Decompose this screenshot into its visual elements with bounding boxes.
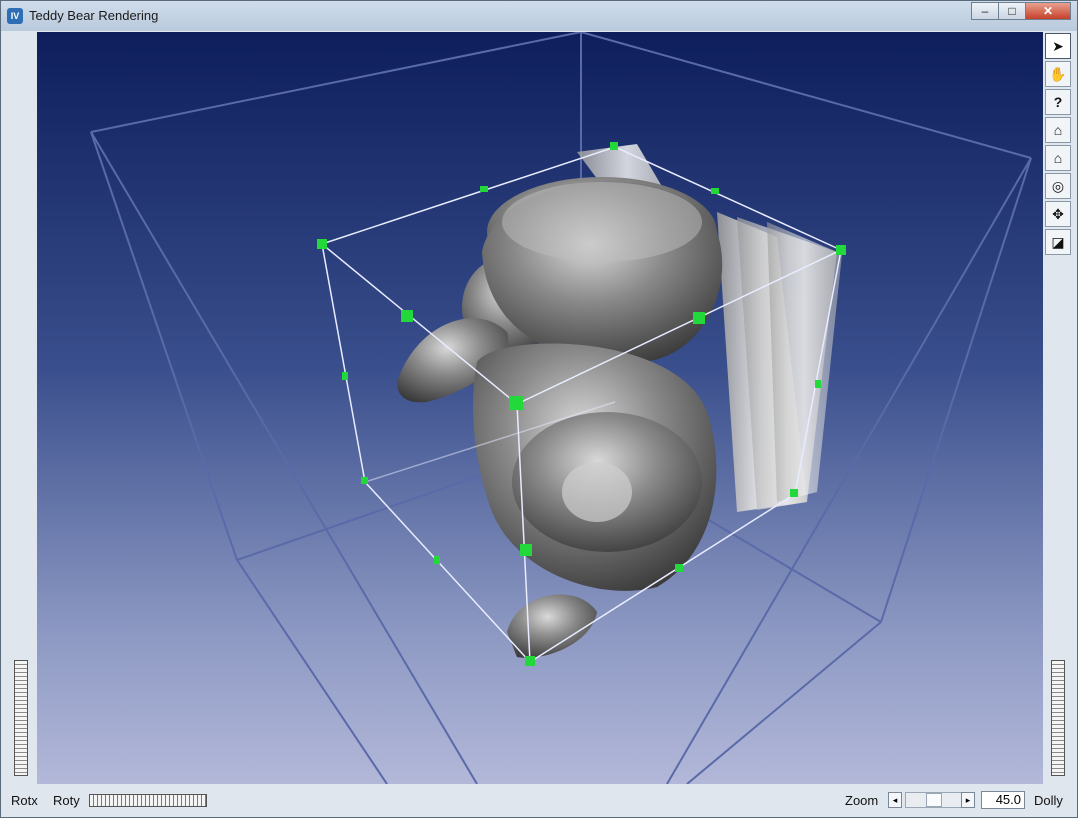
select-arrow-icon[interactable]: ➤	[1045, 33, 1071, 59]
hand-view-icon[interactable]: ✋	[1045, 61, 1071, 87]
zoom-decrease-button[interactable]: ◂	[888, 792, 902, 808]
app-window: IV Teddy Bear Rendering ‒ □ ✕ ➤ ✋ ? ⌂ ⌂ …	[0, 0, 1078, 818]
view-all-icon[interactable]: ◎	[1045, 173, 1071, 199]
home-icon[interactable]: ⌂	[1045, 117, 1071, 143]
3d-viewport[interactable]	[37, 32, 1043, 784]
set-home-icon[interactable]: ⌂	[1045, 145, 1071, 171]
rotx-label: Rotx	[11, 793, 38, 808]
help-icon[interactable]: ?	[1045, 89, 1071, 115]
left-decoration	[7, 32, 37, 784]
dolly-thumbwheel[interactable]	[1051, 660, 1065, 776]
window-controls: ‒ □ ✕	[971, 2, 1071, 20]
zoom-increase-button[interactable]: ▸	[961, 792, 975, 808]
seek-icon[interactable]: ✥	[1045, 201, 1071, 227]
volume-render-scene	[90, 32, 1032, 784]
title-bar[interactable]: IV Teddy Bear Rendering ‒ □ ✕	[1, 1, 1077, 31]
perspective-icon[interactable]: ◪	[1045, 229, 1071, 255]
viewer-toolbar: ➤ ✋ ? ⌂ ⌂ ◎ ✥ ◪	[1043, 32, 1077, 784]
roty-thumbwheel[interactable]	[89, 794, 207, 807]
bottom-bar: Rotx Roty Zoom ◂ ▸ 45.0 Dolly	[1, 785, 1077, 817]
teddy-bear-volume	[397, 177, 723, 658]
roty-label: Roty	[53, 793, 80, 808]
minimize-button[interactable]: ‒	[971, 2, 999, 20]
zoom-slider-thumb[interactable]	[926, 793, 942, 807]
app-icon: IV	[7, 8, 23, 24]
close-button[interactable]: ✕	[1025, 2, 1071, 20]
dolly-label: Dolly	[1034, 793, 1063, 808]
maximize-button[interactable]: □	[998, 2, 1026, 20]
rotx-thumbwheel[interactable]	[14, 660, 28, 776]
window-title: Teddy Bear Rendering	[29, 8, 159, 23]
zoom-value-field[interactable]: 45.0	[981, 791, 1025, 809]
zoom-slider[interactable]	[905, 792, 965, 808]
zoom-label: Zoom	[845, 793, 879, 808]
